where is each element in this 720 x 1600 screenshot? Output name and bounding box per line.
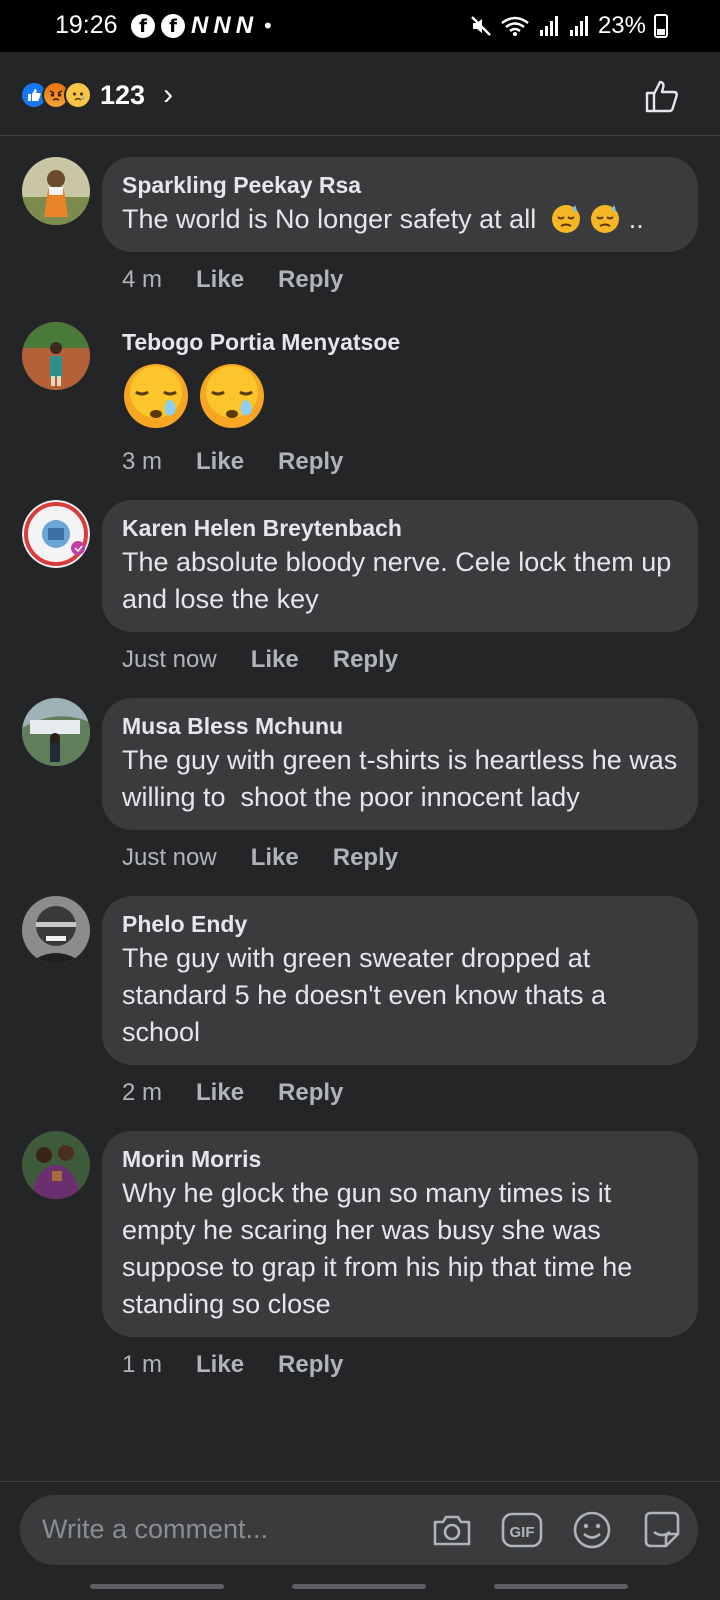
comment-bubble[interactable]: Sparkling Peekay Rsa The world is No lon… — [102, 157, 698, 252]
comments-list: Sparkling Peekay Rsa The world is No lon… — [0, 137, 720, 1480]
reply-button[interactable]: Reply — [333, 646, 398, 674]
comment-time[interactable]: 3 m — [122, 448, 162, 476]
reply-button[interactable]: Reply — [333, 844, 398, 872]
comment-item: Morin Morris Why he glock the gun so man… — [0, 1131, 720, 1393]
gif-icon[interactable]: GIF — [500, 1508, 544, 1552]
comment-item: Phelo Endy The guy with green sweater dr… — [0, 896, 720, 1121]
comment-author[interactable]: Tebogo Portia Menyatsoe — [122, 328, 678, 356]
like-button[interactable]: Like — [196, 1351, 244, 1379]
like-button[interactable]: Like — [196, 266, 244, 294]
status-time: 19:26 — [55, 11, 118, 39]
comment-text: The absolute bloody nerve. Cele lock the… — [122, 547, 672, 614]
avatar[interactable] — [22, 698, 90, 766]
comment-time[interactable]: 2 m — [122, 1079, 162, 1107]
battery-percent: 23% — [597, 12, 646, 39]
comment-bubble[interactable]: Morin Morris Why he glock the gun so man… — [102, 1131, 698, 1337]
downcast-sweat-emoji-icon — [551, 205, 580, 233]
camera-icon[interactable] — [430, 1508, 474, 1552]
comment-actions: Just now Like Reply — [122, 830, 720, 886]
comment-author[interactable]: Phelo Endy — [122, 910, 678, 938]
avatar[interactable] — [22, 500, 90, 568]
system-status: 23% — [470, 12, 668, 40]
facebook-notification-icon: f — [131, 14, 155, 38]
reactions-summary[interactable]: 123 › — [20, 78, 173, 112]
avatar[interactable] — [22, 896, 90, 964]
comment-input[interactable]: Write a comment... GIF — [20, 1495, 698, 1565]
comment-text: The guy with green sweater dropped at st… — [122, 943, 606, 1047]
thumbs-up-outline-icon[interactable] — [644, 78, 680, 114]
system-nav-back[interactable] — [494, 1584, 628, 1589]
reply-button[interactable]: Reply — [278, 1351, 343, 1379]
reply-button[interactable]: Reply — [278, 1079, 343, 1107]
comment-author[interactable]: Karen Helen Breytenbach — [122, 514, 678, 542]
signal-icon — [569, 16, 588, 36]
comment-text: The guy with green t-shirts is heartless… — [122, 745, 685, 812]
comment-item: Sparkling Peekay Rsa The world is No lon… — [0, 157, 720, 308]
comment-author[interactable]: Morin Morris — [122, 1145, 678, 1173]
comment-text: The world is No longer safety at all .. — [122, 204, 644, 234]
comment-time[interactable]: 4 m — [122, 266, 162, 294]
sticker-icon[interactable] — [640, 1508, 684, 1552]
comment-actions: 2 m Like Reply — [122, 1065, 720, 1121]
sad-reaction-icon — [64, 81, 92, 109]
notification-icons: f f N N N • — [131, 12, 272, 40]
comment-bubble[interactable]: Karen Helen Breytenbach The absolute blo… — [102, 500, 698, 632]
sleepy-face-emoji-icon — [200, 364, 264, 428]
comment-composer-bar: Write a comment... GIF — [0, 1481, 720, 1600]
downcast-sweat-emoji-icon — [591, 205, 620, 233]
comment-bubble[interactable]: Phelo Endy The guy with green sweater dr… — [102, 896, 698, 1065]
comment-actions: Just now Like Reply — [122, 632, 720, 688]
netflix-notification-icon: N — [191, 12, 208, 39]
gif-label: GIF — [510, 1524, 535, 1541]
netflix-notification-icon: N — [213, 12, 230, 39]
avatar[interactable] — [22, 322, 90, 390]
system-nav-recent[interactable] — [90, 1584, 224, 1589]
comment-item: Tebogo Portia Menyatsoe 3 m Like Reply — [0, 318, 720, 490]
avatar[interactable] — [22, 1131, 90, 1199]
comment-time[interactable]: Just now — [122, 844, 217, 872]
system-nav-home[interactable] — [292, 1584, 426, 1589]
like-button[interactable]: Like — [196, 1079, 244, 1107]
comment-author[interactable]: Musa Bless Mchunu — [122, 712, 678, 740]
composer-tools: GIF — [430, 1508, 684, 1552]
comment-input-placeholder: Write a comment... — [42, 1514, 269, 1544]
mute-icon — [471, 16, 491, 36]
sleepy-face-emoji-icon — [124, 364, 188, 428]
comment-actions: 4 m Like Reply — [122, 252, 720, 308]
facebook-notification-icon: f — [161, 14, 185, 38]
comments-header: 123 › — [0, 52, 720, 136]
comment-actions: 3 m Like Reply — [122, 434, 720, 490]
comment-time[interactable]: Just now — [122, 646, 217, 674]
wifi-icon — [501, 16, 529, 36]
comment-text: Why he glock the gun so many times is it… — [122, 1178, 633, 1319]
signal-icon — [539, 16, 558, 36]
comment-emoji-row — [122, 362, 678, 430]
like-button[interactable]: Like — [196, 448, 244, 476]
avatar[interactable] — [22, 157, 90, 225]
netflix-notification-icon: N — [235, 12, 253, 39]
comment-time[interactable]: 1 m — [122, 1351, 162, 1379]
comment-author[interactable]: Sparkling Peekay Rsa — [122, 171, 678, 199]
reaction-count: 123 — [100, 79, 146, 110]
comment-item: Karen Helen Breytenbach The absolute blo… — [0, 500, 720, 688]
like-button[interactable]: Like — [251, 844, 299, 872]
comment-bubble[interactable]: Tebogo Portia Menyatsoe — [102, 318, 698, 434]
emoji-icon[interactable] — [570, 1508, 614, 1552]
like-button[interactable]: Like — [251, 646, 299, 674]
status-bar: 19:26 f f N N N • 23% — [0, 0, 720, 52]
comment-actions: 1 m Like Reply — [122, 1337, 720, 1393]
comment-item: Musa Bless Mchunu The guy with green t-s… — [0, 698, 720, 886]
reply-button[interactable]: Reply — [278, 448, 343, 476]
chevron-right-icon[interactable]: › — [163, 78, 173, 112]
more-notifications-dot-icon: • — [264, 13, 272, 38]
comment-bubble[interactable]: Musa Bless Mchunu The guy with green t-s… — [102, 698, 698, 830]
battery-icon — [654, 14, 668, 38]
reply-button[interactable]: Reply — [278, 266, 343, 294]
